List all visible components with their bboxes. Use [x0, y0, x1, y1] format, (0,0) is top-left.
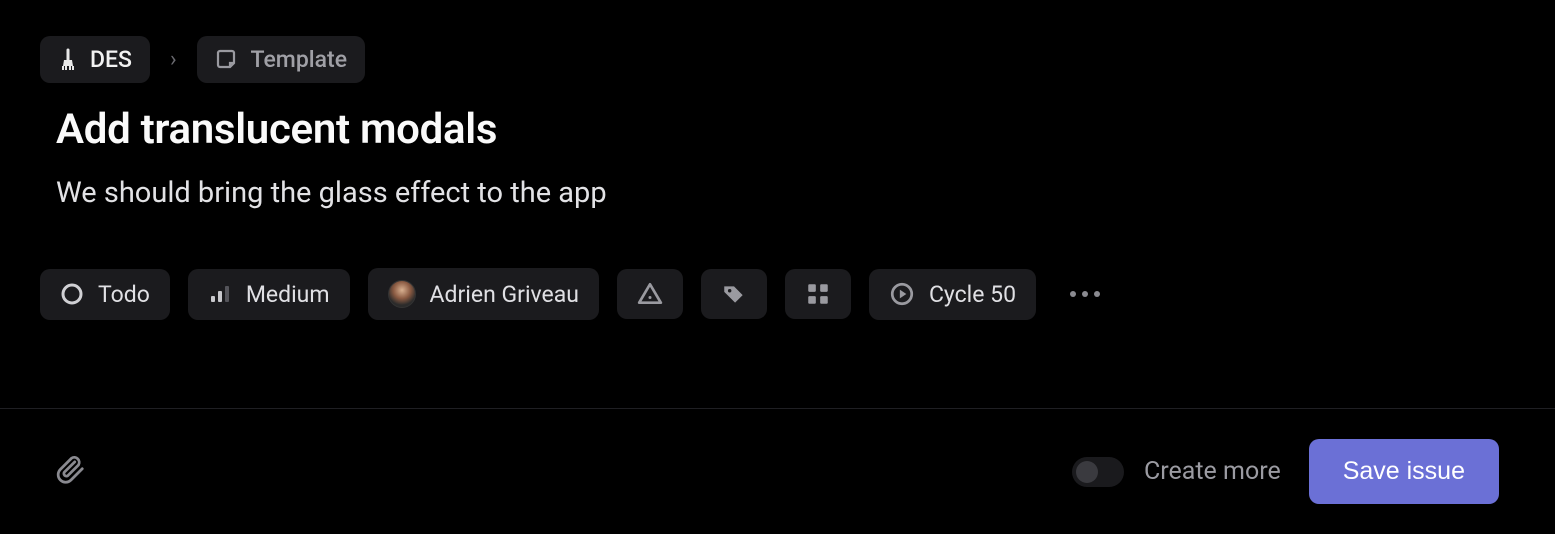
breadcrumb-project-label: DES [90, 46, 132, 73]
label-pill[interactable] [701, 269, 767, 319]
project-pill[interactable] [617, 269, 683, 319]
create-more-toggle-group: Create more [1072, 457, 1281, 487]
priority-pill[interactable]: Medium [188, 269, 350, 320]
grid-icon [805, 281, 831, 307]
bars-icon [208, 282, 232, 306]
cycle-pill[interactable]: Cycle 50 [869, 269, 1036, 320]
create-more-toggle[interactable] [1072, 457, 1124, 487]
chevron-right-icon: › [168, 47, 179, 72]
status-pill[interactable]: Todo [40, 269, 170, 320]
breadcrumb: DES › Template [0, 0, 1555, 83]
relations-pill[interactable] [785, 269, 851, 319]
circle-icon [60, 282, 84, 306]
issue-description[interactable]: We should bring the glass effect to the … [56, 176, 1499, 210]
assignee-label: Adrien Griveau [430, 281, 579, 308]
more-button[interactable] [1054, 281, 1116, 307]
template-icon [215, 48, 239, 72]
tag-icon [721, 281, 747, 307]
footer: Create more Save issue [0, 408, 1555, 534]
properties-row: Todo Medium Adrien Griveau [0, 210, 1555, 348]
paperclip-icon [56, 455, 86, 485]
create-more-label: Create more [1144, 457, 1281, 486]
issue-title[interactable]: Add translucent modals [56, 105, 1499, 154]
status-label: Todo [98, 281, 150, 308]
brush-icon [58, 48, 78, 72]
cycle-icon [889, 281, 915, 307]
cycle-label: Cycle 50 [929, 281, 1016, 308]
breadcrumb-project[interactable]: DES [40, 36, 150, 83]
breadcrumb-template[interactable]: Template [197, 36, 365, 83]
attachment-button[interactable] [56, 455, 86, 489]
priority-label: Medium [246, 281, 330, 308]
save-issue-button[interactable]: Save issue [1309, 439, 1499, 504]
assignee-pill[interactable]: Adrien Griveau [368, 268, 599, 320]
breadcrumb-template-label: Template [251, 46, 347, 73]
avatar [388, 280, 416, 308]
triangle-warning-icon [637, 281, 663, 307]
